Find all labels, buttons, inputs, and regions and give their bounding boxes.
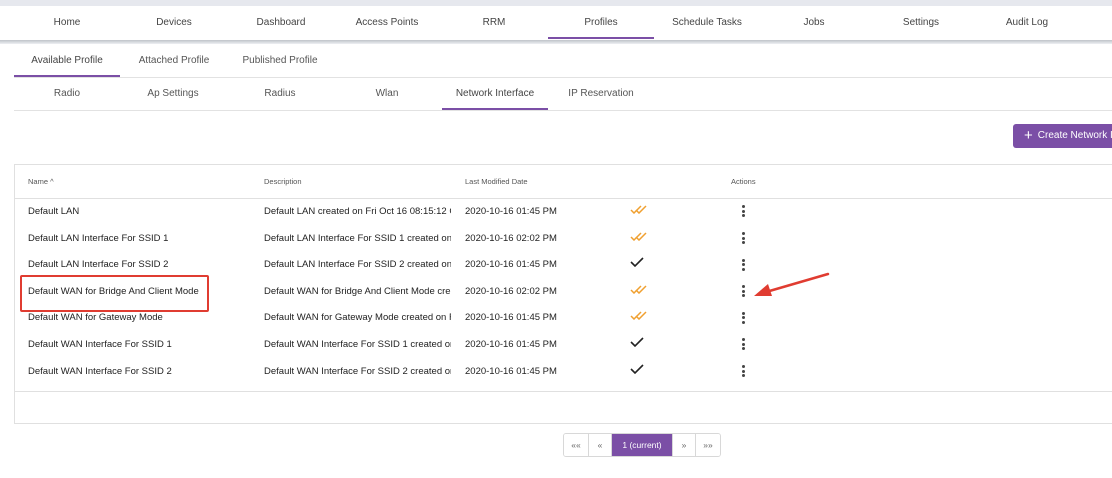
double-check-icon: [630, 226, 650, 252]
tab-wlan[interactable]: Wlan: [334, 79, 440, 109]
row-actions-menu-icon[interactable]: [735, 279, 751, 305]
row-actions-menu-icon[interactable]: [735, 359, 751, 385]
table-row[interactable]: Default LAN Default LAN created on Fri Oc…: [15, 199, 1112, 225]
table-bottom-divider: [15, 391, 1112, 392]
header-last-modified: Last Modified Date: [465, 177, 528, 186]
nav-jobs[interactable]: Jobs: [760, 6, 868, 39]
table-header: Name ^ Description Last Modified Date Ac…: [15, 165, 1112, 199]
annotation-arrow-icon: [754, 272, 830, 296]
profile-tabs: Available Profile Attached Profile Publi…: [14, 46, 1112, 78]
row-name: Default LAN: [28, 206, 80, 217]
double-check-icon: [630, 279, 650, 305]
sub-tabs: Radio Ap Settings Radius Wlan Network In…: [14, 79, 1112, 111]
tab-available-profile[interactable]: Available Profile: [14, 46, 120, 77]
nav-home[interactable]: Home: [12, 6, 122, 39]
nav-profiles[interactable]: Profiles: [548, 6, 654, 39]
row-description: Default LAN Interface For SSID 2 created…: [264, 259, 451, 271]
nav-schedule-tasks[interactable]: Schedule Tasks: [654, 6, 760, 39]
nav-settings[interactable]: Settings: [868, 6, 974, 39]
tab-radius[interactable]: Radius: [226, 79, 334, 109]
row-last-modified: 2020-10-16 01:45 PM: [465, 312, 557, 324]
table-row[interactable]: Default WAN Interface For SSID 2 Default …: [15, 359, 1112, 385]
create-network-interface-button[interactable]: + Create Network In: [1013, 124, 1112, 148]
header-name[interactable]: Name ^: [28, 177, 54, 186]
page-prev-button[interactable]: «: [589, 434, 612, 456]
row-description: Default WAN for Gateway Mode created on …: [264, 312, 451, 324]
row-name: Default LAN Interface For SSID 1: [28, 232, 169, 244]
double-check-icon: [630, 305, 650, 331]
row-actions-menu-icon[interactable]: [735, 305, 751, 331]
row-description: Default LAN created on Fri Oct 16 08:15:…: [264, 206, 451, 217]
header-actions: Actions: [731, 177, 756, 186]
annotation-highlight-box: [20, 275, 209, 312]
page-next-button[interactable]: »: [673, 434, 696, 456]
tab-ip-reservation[interactable]: IP Reservation: [548, 79, 654, 109]
double-check-icon: [630, 199, 650, 225]
check-icon: [630, 332, 650, 358]
row-last-modified: 2020-10-16 01:45 PM: [465, 259, 557, 271]
table-row[interactable]: Default LAN Interface For SSID 1 Default …: [15, 226, 1112, 252]
row-last-modified: 2020-10-16 01:45 PM: [465, 365, 557, 377]
row-description: Default LAN Interface For SSID 1 created…: [264, 232, 451, 244]
tab-ap-settings[interactable]: Ap Settings: [120, 79, 226, 109]
tab-network-interface[interactable]: Network Interface: [442, 79, 548, 110]
create-button-label: Create Network In: [1037, 130, 1112, 141]
row-last-modified: 2020-10-16 01:45 PM: [465, 206, 557, 217]
row-description: Default WAN Interface For SSID 1 created…: [264, 339, 451, 350]
row-name: Default WAN Interface For SSID 2: [28, 365, 172, 377]
row-name: Default WAN Interface For SSID 1: [28, 339, 172, 350]
nav-audit-log[interactable]: Audit Log: [974, 6, 1080, 39]
nav-access-points[interactable]: Access Points: [334, 6, 440, 39]
row-actions-menu-icon[interactable]: [735, 226, 751, 252]
tab-radio[interactable]: Radio: [14, 79, 120, 109]
row-last-modified: 2020-10-16 02:02 PM: [465, 232, 557, 244]
nav-divider: [0, 40, 1112, 44]
header-description: Description: [264, 177, 302, 186]
nav-rrm[interactable]: RRM: [440, 6, 548, 39]
table-row[interactable]: Default WAN Interface For SSID 1 Default …: [15, 332, 1112, 358]
tab-published-profile[interactable]: Published Profile: [228, 46, 332, 76]
page-last-button[interactable]: »»: [696, 434, 720, 456]
check-icon: [630, 252, 650, 278]
row-actions-menu-icon[interactable]: [735, 252, 751, 278]
row-last-modified: 2020-10-16 01:45 PM: [465, 339, 557, 350]
tab-attached-profile[interactable]: Attached Profile: [122, 46, 226, 76]
row-actions-menu-icon[interactable]: [735, 332, 751, 358]
nav-devices[interactable]: Devices: [120, 6, 228, 39]
page-current-button[interactable]: 1 (current): [612, 434, 673, 456]
row-last-modified: 2020-10-16 02:02 PM: [465, 285, 557, 297]
top-nav: Home Devices Dashboard Access Points RRM…: [0, 6, 1112, 41]
row-actions-menu-icon[interactable]: [735, 199, 751, 225]
row-description: Default WAN Interface For SSID 2 created…: [264, 365, 451, 377]
nav-dashboard[interactable]: Dashboard: [228, 6, 334, 39]
pagination: «« « 1 (current) » »»: [563, 433, 721, 457]
page-first-button[interactable]: ««: [564, 434, 589, 456]
check-icon: [630, 359, 650, 385]
row-description: Default WAN for Bridge And Client Mode c…: [264, 285, 451, 297]
plus-icon: +: [1024, 127, 1033, 144]
